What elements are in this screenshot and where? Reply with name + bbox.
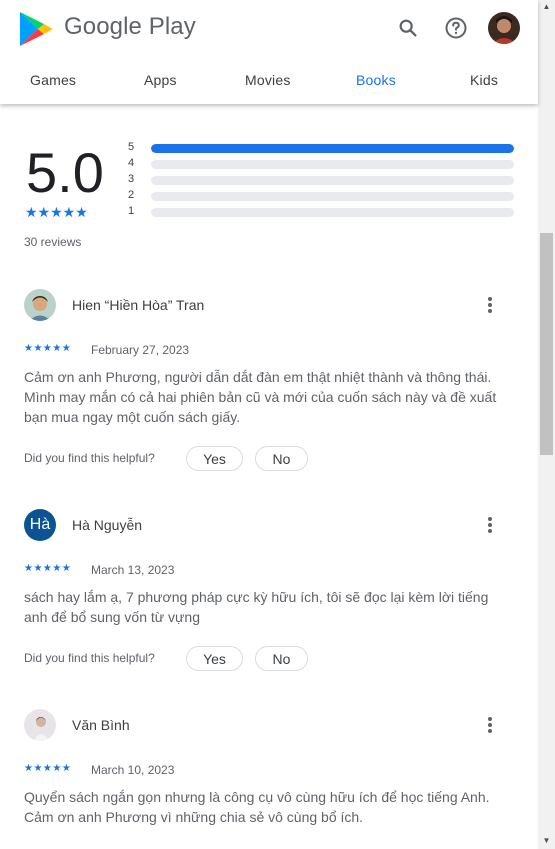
more-vert-icon[interactable]	[484, 513, 496, 537]
helpful-prompt: Did you find this helpful?	[24, 651, 155, 665]
tab-games[interactable]: Games	[30, 72, 76, 88]
scrollbar-thumb[interactable]	[540, 233, 553, 455]
rating-bar-track	[151, 144, 514, 153]
review-text: Cảm ơn anh Phương, người dẫn dắt đàn em …	[24, 369, 497, 425]
rating-bar-track	[151, 176, 514, 185]
tab-kids[interactable]: Kids	[470, 72, 498, 88]
review-count: 30 reviews	[24, 235, 82, 249]
review-stars: ★★★★★	[24, 763, 72, 774]
review-text: Quyển sách ngắn gọn nhưng là công cụ vô …	[24, 789, 490, 825]
review-date: February 27, 2023	[91, 343, 190, 357]
reviewer-avatar	[24, 289, 56, 321]
helpful-yes-button[interactable]: Yes	[186, 446, 243, 471]
brand-name[interactable]: Google Play	[64, 13, 196, 41]
tab-apps[interactable]: Apps	[144, 72, 177, 88]
rating-bar-label: 4	[128, 157, 135, 169]
more-vert-icon[interactable]	[484, 293, 496, 317]
rating-bar-track	[151, 192, 514, 201]
rating-bar-row: 3	[128, 173, 518, 186]
search-icon[interactable]	[392, 12, 424, 44]
review-date: March 10, 2023	[91, 763, 175, 777]
review-stars: ★★★★★	[24, 343, 72, 354]
rating-bar-label: 5	[128, 141, 135, 153]
helpful-yes-button[interactable]: Yes	[186, 646, 243, 671]
rating-bar-track	[151, 208, 514, 217]
help-icon[interactable]	[440, 12, 472, 44]
helpful-prompt: Did you find this helpful?	[24, 451, 155, 465]
category-tabs: Games Apps Movies Books Kids	[0, 62, 538, 102]
reviewer-name: Hà Nguyễn	[72, 517, 143, 533]
google-play-logo[interactable]	[18, 10, 54, 48]
reviewer-initials: Hà	[29, 516, 51, 533]
reviewer-avatar	[24, 709, 56, 741]
reviewer-name: Văn Bình	[72, 717, 130, 733]
tab-books[interactable]: Books	[356, 72, 396, 88]
scroll-down-arrow[interactable]: ▼	[538, 834, 555, 848]
account-avatar[interactable]	[488, 12, 520, 44]
tab-movies[interactable]: Movies	[245, 72, 291, 88]
helpful-no-button[interactable]: No	[255, 446, 308, 471]
rating-bar-label: 1	[128, 205, 135, 217]
review-date: March 13, 2023	[91, 563, 175, 577]
helpful-no-button[interactable]: No	[255, 646, 308, 671]
rating-bar-row: 4	[128, 157, 518, 170]
reviewer-name: Hien “Hiền Hòa” Tran	[72, 297, 205, 313]
rating-bar-label: 3	[128, 173, 135, 185]
review-stars: ★★★★★	[24, 563, 72, 574]
average-stars: ★★★★★	[25, 204, 88, 220]
more-vert-icon[interactable]	[484, 713, 496, 737]
top-app-bar: Google Play Games Apps Movies Books Kids	[0, 0, 538, 104]
average-rating: 5.0	[26, 141, 104, 204]
review-text: sách hay lắm ạ, 7 phương pháp cực kỳ hữu…	[24, 589, 489, 625]
scroll-up-arrow[interactable]: ▲	[538, 0, 555, 14]
rating-bar-fill	[151, 144, 514, 153]
reviewer-avatar: Hà	[24, 509, 56, 541]
rating-bar-row: 5	[128, 141, 518, 154]
rating-bar-row: 1	[128, 205, 518, 218]
rating-bar-track	[151, 160, 514, 169]
rating-bar-label: 2	[128, 189, 135, 201]
rating-bar-row: 2	[128, 189, 518, 202]
